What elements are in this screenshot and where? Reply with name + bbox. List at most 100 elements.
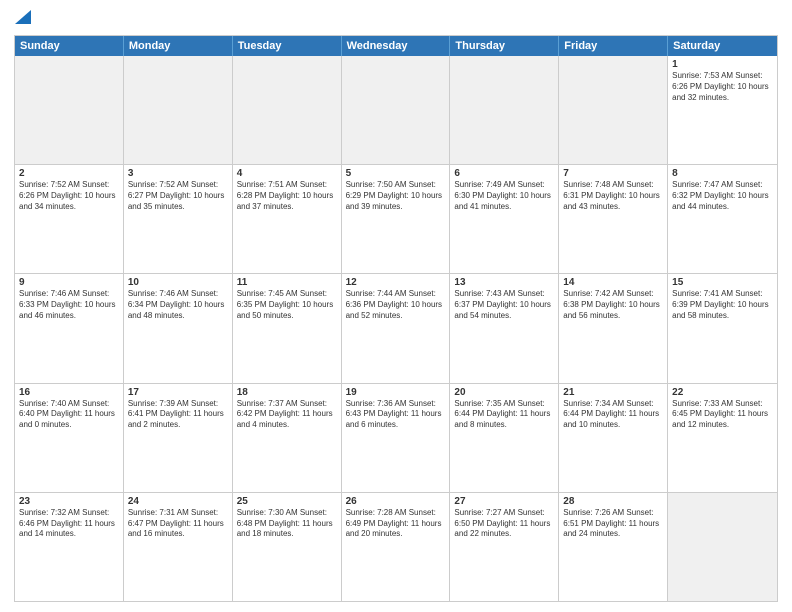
day-number: 13 xyxy=(454,277,554,288)
day-number: 25 xyxy=(237,496,337,507)
day-header: Friday xyxy=(559,36,668,56)
calendar-cell: 9Sunrise: 7:46 AM Sunset: 6:33 PM Daylig… xyxy=(15,274,124,382)
day-number: 17 xyxy=(128,387,228,398)
day-number: 15 xyxy=(672,277,773,288)
cell-text: Sunrise: 7:30 AM Sunset: 6:48 PM Dayligh… xyxy=(237,508,337,540)
cell-text: Sunrise: 7:32 AM Sunset: 6:46 PM Dayligh… xyxy=(19,508,119,540)
week-row: 9Sunrise: 7:46 AM Sunset: 6:33 PM Daylig… xyxy=(15,274,777,383)
calendar-cell xyxy=(342,56,451,164)
day-number: 1 xyxy=(672,59,773,70)
calendar-cell: 5Sunrise: 7:50 AM Sunset: 6:29 PM Daylig… xyxy=(342,165,451,273)
cell-text: Sunrise: 7:41 AM Sunset: 6:39 PM Dayligh… xyxy=(672,289,773,321)
cell-text: Sunrise: 7:51 AM Sunset: 6:28 PM Dayligh… xyxy=(237,180,337,212)
cell-text: Sunrise: 7:40 AM Sunset: 6:40 PM Dayligh… xyxy=(19,399,119,431)
calendar-cell: 26Sunrise: 7:28 AM Sunset: 6:49 PM Dayli… xyxy=(342,493,451,601)
cell-text: Sunrise: 7:43 AM Sunset: 6:37 PM Dayligh… xyxy=(454,289,554,321)
day-header: Wednesday xyxy=(342,36,451,56)
day-number: 22 xyxy=(672,387,773,398)
cell-text: Sunrise: 7:52 AM Sunset: 6:26 PM Dayligh… xyxy=(19,180,119,212)
day-number: 26 xyxy=(346,496,446,507)
day-number: 3 xyxy=(128,168,228,179)
cell-text: Sunrise: 7:28 AM Sunset: 6:49 PM Dayligh… xyxy=(346,508,446,540)
calendar-cell: 18Sunrise: 7:37 AM Sunset: 6:42 PM Dayli… xyxy=(233,384,342,492)
cell-text: Sunrise: 7:48 AM Sunset: 6:31 PM Dayligh… xyxy=(563,180,663,212)
calendar-cell: 19Sunrise: 7:36 AM Sunset: 6:43 PM Dayli… xyxy=(342,384,451,492)
calendar-cell: 16Sunrise: 7:40 AM Sunset: 6:40 PM Dayli… xyxy=(15,384,124,492)
calendar-cell: 15Sunrise: 7:41 AM Sunset: 6:39 PM Dayli… xyxy=(668,274,777,382)
cell-text: Sunrise: 7:49 AM Sunset: 6:30 PM Dayligh… xyxy=(454,180,554,212)
calendar-cell xyxy=(15,56,124,164)
day-number: 27 xyxy=(454,496,554,507)
calendar-cell: 8Sunrise: 7:47 AM Sunset: 6:32 PM Daylig… xyxy=(668,165,777,273)
calendar-cell: 11Sunrise: 7:45 AM Sunset: 6:35 PM Dayli… xyxy=(233,274,342,382)
calendar-cell xyxy=(233,56,342,164)
logo-icon xyxy=(15,10,31,24)
calendar-cell: 20Sunrise: 7:35 AM Sunset: 6:44 PM Dayli… xyxy=(450,384,559,492)
calendar-cell: 6Sunrise: 7:49 AM Sunset: 6:30 PM Daylig… xyxy=(450,165,559,273)
cell-text: Sunrise: 7:26 AM Sunset: 6:51 PM Dayligh… xyxy=(563,508,663,540)
cell-text: Sunrise: 7:47 AM Sunset: 6:32 PM Dayligh… xyxy=(672,180,773,212)
day-number: 19 xyxy=(346,387,446,398)
calendar-cell: 25Sunrise: 7:30 AM Sunset: 6:48 PM Dayli… xyxy=(233,493,342,601)
day-header: Thursday xyxy=(450,36,559,56)
day-number: 18 xyxy=(237,387,337,398)
calendar-cell: 7Sunrise: 7:48 AM Sunset: 6:31 PM Daylig… xyxy=(559,165,668,273)
cell-text: Sunrise: 7:45 AM Sunset: 6:35 PM Dayligh… xyxy=(237,289,337,321)
cell-text: Sunrise: 7:42 AM Sunset: 6:38 PM Dayligh… xyxy=(563,289,663,321)
day-number: 2 xyxy=(19,168,119,179)
day-number: 16 xyxy=(19,387,119,398)
day-header: Sunday xyxy=(15,36,124,56)
day-number: 10 xyxy=(128,277,228,288)
calendar-cell: 1Sunrise: 7:53 AM Sunset: 6:26 PM Daylig… xyxy=(668,56,777,164)
day-number: 24 xyxy=(128,496,228,507)
cell-text: Sunrise: 7:53 AM Sunset: 6:26 PM Dayligh… xyxy=(672,71,773,103)
day-number: 20 xyxy=(454,387,554,398)
day-headers: SundayMondayTuesdayWednesdayThursdayFrid… xyxy=(15,36,777,56)
day-header: Tuesday xyxy=(233,36,342,56)
calendar-cell: 24Sunrise: 7:31 AM Sunset: 6:47 PM Dayli… xyxy=(124,493,233,601)
cell-text: Sunrise: 7:46 AM Sunset: 6:33 PM Dayligh… xyxy=(19,289,119,321)
day-number: 4 xyxy=(237,168,337,179)
page: SundayMondayTuesdayWednesdayThursdayFrid… xyxy=(0,0,792,612)
calendar-cell: 2Sunrise: 7:52 AM Sunset: 6:26 PM Daylig… xyxy=(15,165,124,273)
week-row: 2Sunrise: 7:52 AM Sunset: 6:26 PM Daylig… xyxy=(15,165,777,274)
calendar-cell: 13Sunrise: 7:43 AM Sunset: 6:37 PM Dayli… xyxy=(450,274,559,382)
cell-text: Sunrise: 7:46 AM Sunset: 6:34 PM Dayligh… xyxy=(128,289,228,321)
cell-text: Sunrise: 7:44 AM Sunset: 6:36 PM Dayligh… xyxy=(346,289,446,321)
week-row: 23Sunrise: 7:32 AM Sunset: 6:46 PM Dayli… xyxy=(15,493,777,601)
cell-text: Sunrise: 7:52 AM Sunset: 6:27 PM Dayligh… xyxy=(128,180,228,212)
cell-text: Sunrise: 7:39 AM Sunset: 6:41 PM Dayligh… xyxy=(128,399,228,431)
calendar-cell: 4Sunrise: 7:51 AM Sunset: 6:28 PM Daylig… xyxy=(233,165,342,273)
calendar-cell: 23Sunrise: 7:32 AM Sunset: 6:46 PM Dayli… xyxy=(15,493,124,601)
day-header: Saturday xyxy=(668,36,777,56)
day-number: 6 xyxy=(454,168,554,179)
day-number: 12 xyxy=(346,277,446,288)
cell-text: Sunrise: 7:36 AM Sunset: 6:43 PM Dayligh… xyxy=(346,399,446,431)
weeks: 1Sunrise: 7:53 AM Sunset: 6:26 PM Daylig… xyxy=(15,56,777,601)
calendar-cell: 3Sunrise: 7:52 AM Sunset: 6:27 PM Daylig… xyxy=(124,165,233,273)
day-number: 5 xyxy=(346,168,446,179)
calendar: SundayMondayTuesdayWednesdayThursdayFrid… xyxy=(14,35,778,602)
calendar-cell: 27Sunrise: 7:27 AM Sunset: 6:50 PM Dayli… xyxy=(450,493,559,601)
cell-text: Sunrise: 7:27 AM Sunset: 6:50 PM Dayligh… xyxy=(454,508,554,540)
calendar-cell xyxy=(668,493,777,601)
day-number: 7 xyxy=(563,168,663,179)
calendar-cell: 10Sunrise: 7:46 AM Sunset: 6:34 PM Dayli… xyxy=(124,274,233,382)
calendar-cell xyxy=(450,56,559,164)
calendar-cell: 14Sunrise: 7:42 AM Sunset: 6:38 PM Dayli… xyxy=(559,274,668,382)
calendar-cell xyxy=(124,56,233,164)
day-number: 21 xyxy=(563,387,663,398)
calendar-cell xyxy=(559,56,668,164)
week-row: 16Sunrise: 7:40 AM Sunset: 6:40 PM Dayli… xyxy=(15,384,777,493)
cell-text: Sunrise: 7:31 AM Sunset: 6:47 PM Dayligh… xyxy=(128,508,228,540)
day-number: 8 xyxy=(672,168,773,179)
calendar-cell: 28Sunrise: 7:26 AM Sunset: 6:51 PM Dayli… xyxy=(559,493,668,601)
cell-text: Sunrise: 7:34 AM Sunset: 6:44 PM Dayligh… xyxy=(563,399,663,431)
day-number: 14 xyxy=(563,277,663,288)
calendar-cell: 12Sunrise: 7:44 AM Sunset: 6:36 PM Dayli… xyxy=(342,274,451,382)
cell-text: Sunrise: 7:37 AM Sunset: 6:42 PM Dayligh… xyxy=(237,399,337,431)
day-number: 9 xyxy=(19,277,119,288)
day-number: 11 xyxy=(237,277,337,288)
logo xyxy=(14,10,31,29)
cell-text: Sunrise: 7:50 AM Sunset: 6:29 PM Dayligh… xyxy=(346,180,446,212)
